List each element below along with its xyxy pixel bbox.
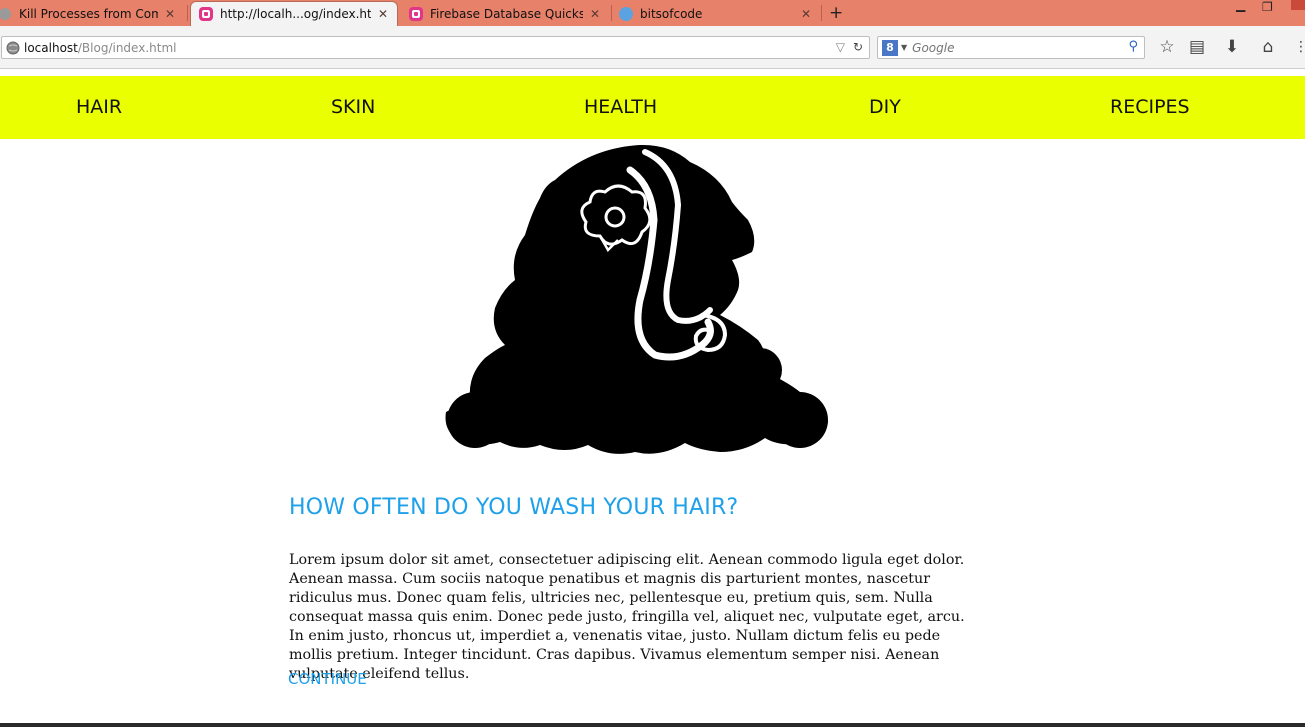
tab-bitsofcode[interactable]: bitsofcode ✕	[612, 1, 820, 26]
url-host: localhost	[24, 40, 78, 55]
pink-app-icon	[409, 6, 423, 21]
close-tab-icon[interactable]: ✕	[589, 7, 601, 21]
article-preview: HOW OFTEN DO YOU WASH YOUR HAIR? Lorem i…	[288, 495, 989, 688]
home-icon[interactable]: ⌂	[1257, 36, 1279, 58]
continue-link[interactable]: CONTINUE	[288, 670, 367, 688]
url-actions: ▽ ↻	[836, 40, 863, 54]
restore-window-icon[interactable]: ❐	[1262, 0, 1273, 14]
menu-icon[interactable]: ⋮	[1290, 36, 1305, 58]
new-tab-button[interactable]: +	[829, 3, 843, 23]
google-engine-icon[interactable]: 8	[882, 39, 898, 56]
reload-icon[interactable]: ↻	[853, 40, 863, 54]
site-navigation: HAIR SKIN HEALTH DIY RECIPES	[0, 76, 1305, 139]
chevron-down-icon[interactable]: ▼	[901, 43, 907, 52]
tab-label: http://localh...og/index.html	[220, 7, 371, 21]
address-bar[interactable]: localhost/Blog/index.html ▽ ↻	[1, 36, 870, 59]
bottom-border	[0, 723, 1305, 727]
globe-icon	[6, 41, 20, 54]
tab-label: Firebase Database Quickstart	[430, 6, 583, 21]
search-input[interactable]	[912, 40, 1113, 55]
pink-app-icon	[199, 7, 213, 21]
browser-tab-bar: Kill Processes from Comm... ✕ http://loc…	[0, 0, 1305, 26]
tab-label: Kill Processes from Comm...	[19, 6, 158, 21]
nav-link-diy[interactable]: DIY	[869, 96, 901, 118]
bookmark-star-icon[interactable]: ☆	[1156, 36, 1178, 58]
tab-separator	[821, 5, 822, 21]
article-title: HOW OFTEN DO YOU WASH YOUR HAIR?	[289, 495, 739, 520]
article-body: Lorem ipsum dolor sit amet, consectetuer…	[289, 552, 965, 682]
download-icon[interactable]: ⬇	[1221, 36, 1243, 58]
tab-firebase-quickstart[interactable]: Firebase Database Quickstart ✕	[401, 1, 609, 26]
close-tab-icon[interactable]: ✕	[800, 7, 812, 21]
woman-silhouette-logo	[445, 144, 828, 454]
url-path: /Blog/index.html	[77, 40, 177, 55]
nav-link-hair[interactable]: HAIR	[76, 96, 122, 118]
dropdown-arrow-icon[interactable]: ▽	[836, 40, 845, 54]
search-box[interactable]: 8 ▼ ⚲	[877, 36, 1145, 59]
reading-list-icon[interactable]: ▤	[1186, 36, 1208, 58]
tab-label: bitsofcode	[640, 6, 703, 21]
close-tab-icon[interactable]: ✕	[164, 7, 176, 21]
tab-kill-processes[interactable]: Kill Processes from Comm... ✕	[0, 1, 182, 26]
minimize-window-icon[interactable]: ▁	[1236, 0, 1245, 12]
blue-circle-icon	[619, 6, 633, 21]
search-icon[interactable]: ⚲	[1128, 39, 1138, 54]
nav-link-health[interactable]: HEALTH	[584, 96, 657, 118]
browser-toolbar: localhost/Blog/index.html ▽ ↻ 8 ▼ ⚲	[0, 26, 1305, 69]
tab-separator	[187, 5, 188, 21]
nav-link-recipes[interactable]: RECIPES	[1110, 96, 1190, 118]
generic-page-icon	[0, 7, 11, 20]
nav-link-skin[interactable]: SKIN	[331, 96, 375, 118]
tab-localhost-blog[interactable]: http://localh...og/index.html ✕	[190, 1, 398, 26]
close-tab-icon[interactable]: ✕	[377, 7, 389, 21]
close-window-icon[interactable]	[1291, 0, 1305, 10]
